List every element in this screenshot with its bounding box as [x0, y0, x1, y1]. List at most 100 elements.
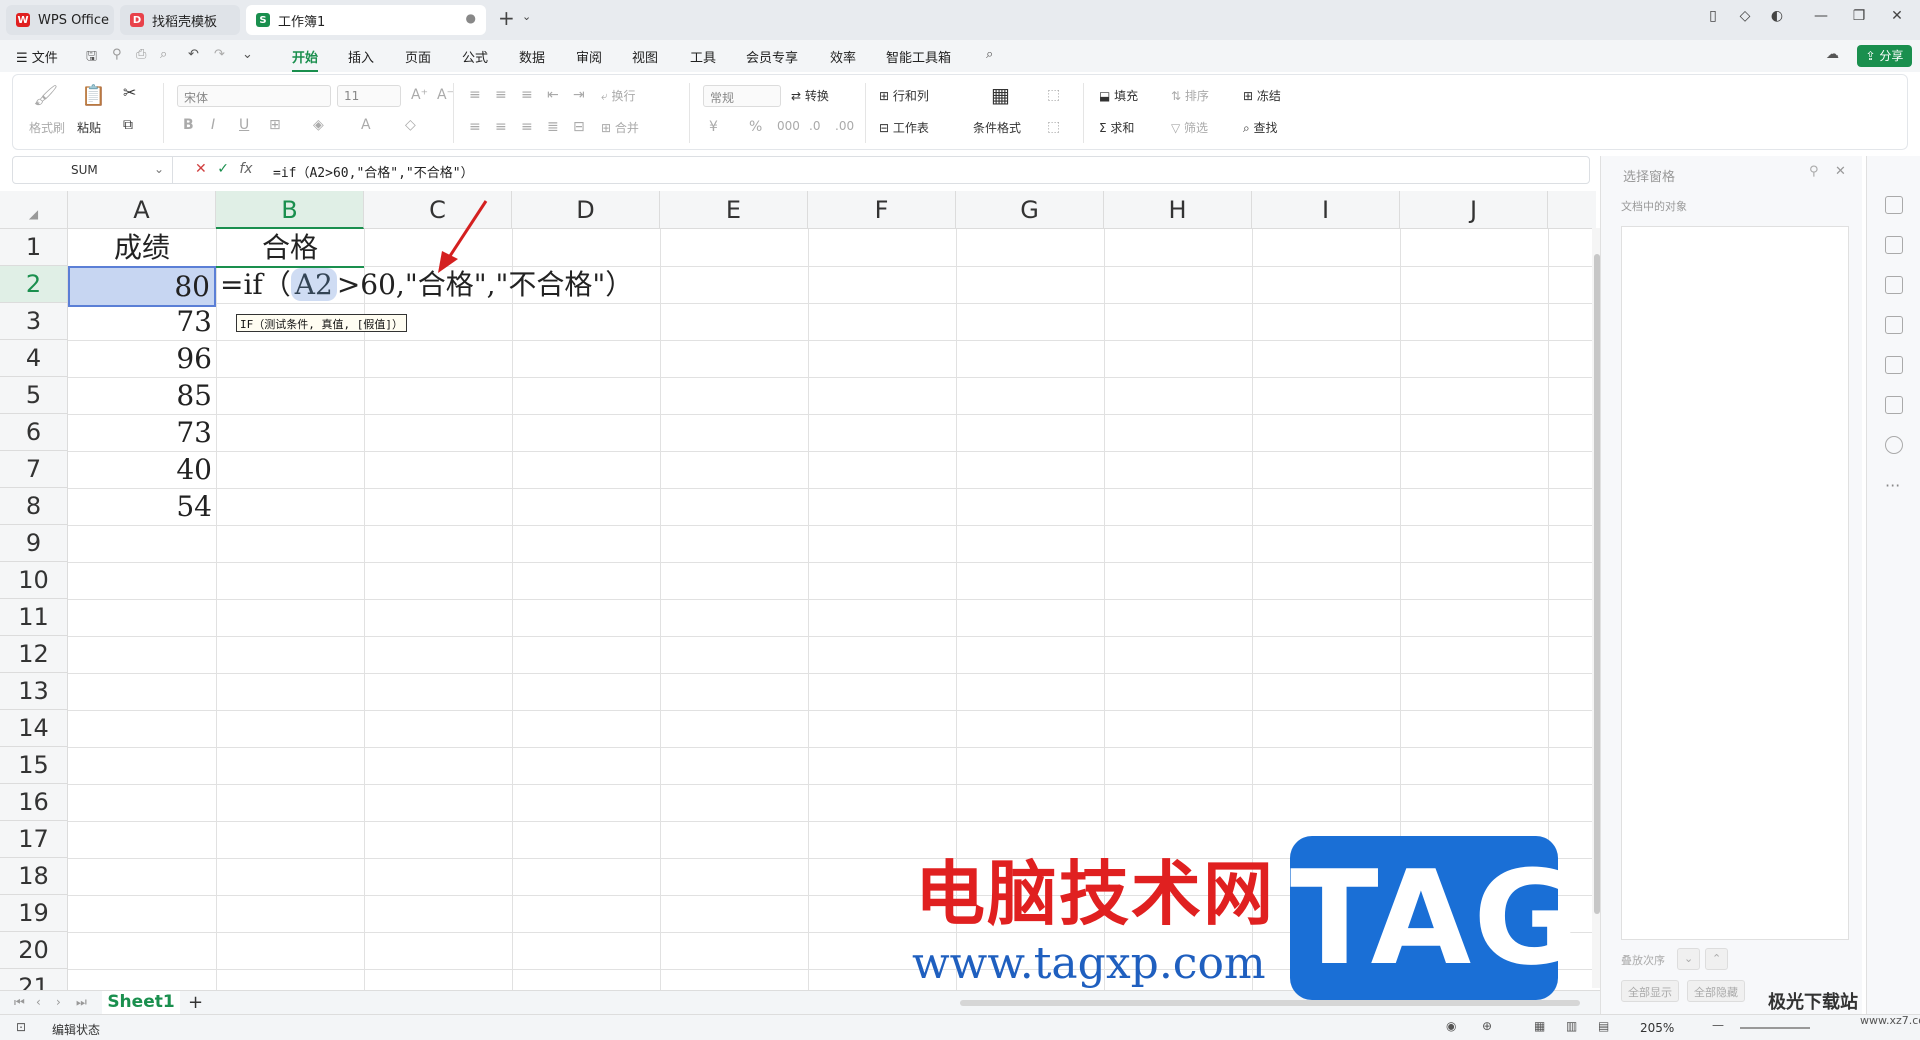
- increase-font-icon[interactable]: A⁺: [411, 87, 428, 103]
- align-left-icon[interactable]: ≡: [469, 119, 481, 135]
- first-sheet-icon[interactable]: ⏮: [14, 995, 25, 1010]
- select-all-corner[interactable]: ◢: [0, 191, 68, 229]
- tab-docer[interactable]: D 找稻壳模板: [120, 5, 240, 35]
- formula-ref-a2[interactable]: A2: [290, 268, 337, 301]
- align-middle-icon[interactable]: ≡: [495, 87, 507, 103]
- cell-a5[interactable]: 85: [68, 377, 216, 414]
- row-header[interactable]: 7: [0, 451, 68, 488]
- number-format-select[interactable]: 常规: [703, 85, 781, 107]
- decimal-decrease-icon[interactable]: .00: [835, 119, 854, 133]
- font-color-icon[interactable]: A: [361, 117, 371, 133]
- row-header[interactable]: 16: [0, 784, 68, 821]
- cloud-icon[interactable]: ☁: [1826, 47, 1839, 62]
- undo-icon[interactable]: ↶: [188, 47, 199, 62]
- row-header[interactable]: 3: [0, 303, 68, 340]
- border-icon[interactable]: ⊞: [269, 117, 281, 133]
- link-icon[interactable]: ⚲: [112, 47, 122, 62]
- percent-icon[interactable]: %: [749, 119, 762, 135]
- settings-sliders-icon[interactable]: [1885, 236, 1903, 254]
- menu-page[interactable]: 页面: [405, 47, 431, 66]
- row-header[interactable]: 14: [0, 710, 68, 747]
- zoom-slider[interactable]: [1740, 1027, 1810, 1029]
- fill-button[interactable]: ⬓ 填充: [1099, 87, 1138, 104]
- preview-icon[interactable]: ⌕: [160, 47, 167, 62]
- currency-icon[interactable]: ¥: [709, 119, 718, 135]
- zoom-out-icon[interactable]: —: [1712, 1018, 1724, 1032]
- paste-button[interactable]: 粘贴: [77, 119, 101, 136]
- menu-home[interactable]: 开始: [292, 47, 319, 72]
- font-family-select[interactable]: 宋体: [177, 85, 331, 107]
- row-header[interactable]: 21: [0, 969, 68, 990]
- pin-icon[interactable]: ⚲: [1809, 164, 1819, 179]
- save-icon[interactable]: 🖫: [86, 47, 97, 69]
- column-header-a[interactable]: A: [68, 191, 216, 229]
- normal-view-icon[interactable]: ▦: [1534, 1019, 1545, 1033]
- row-header[interactable]: 6: [0, 414, 68, 451]
- column-header-d[interactable]: D: [512, 191, 660, 229]
- justify-icon[interactable]: ≣: [547, 119, 559, 135]
- menu-efficiency[interactable]: 效率: [830, 47, 856, 66]
- cancel-icon[interactable]: ✕: [195, 161, 207, 177]
- cell-a3[interactable]: 73: [68, 303, 216, 340]
- fill-color-icon[interactable]: ◈: [313, 117, 324, 133]
- restore-icon[interactable]: ❐: [1844, 8, 1874, 24]
- align-center-icon[interactable]: ≡: [495, 119, 507, 135]
- sum-button[interactable]: Σ 求和: [1099, 119, 1134, 136]
- menu-tools[interactable]: 工具: [690, 47, 716, 66]
- cell-b1[interactable]: 合格: [216, 229, 364, 268]
- row-header[interactable]: 2: [0, 266, 68, 303]
- column-header-h[interactable]: H: [1104, 191, 1252, 229]
- menu-insert[interactable]: 插入: [348, 47, 374, 66]
- format-painter-icon[interactable]: 🖌: [33, 83, 58, 107]
- column-header-e[interactable]: E: [660, 191, 808, 229]
- conditional-format-button[interactable]: 条件格式: [973, 119, 1021, 136]
- cell-a1[interactable]: 成绩: [68, 229, 216, 266]
- move-down-button[interactable]: ⌄: [1677, 948, 1701, 970]
- cell-a8[interactable]: 54: [68, 488, 216, 525]
- column-header-g[interactable]: G: [956, 191, 1104, 229]
- hide-all-button[interactable]: 全部隐藏: [1687, 980, 1745, 1002]
- column-header-f[interactable]: F: [808, 191, 956, 229]
- menu-formula[interactable]: 公式: [462, 47, 488, 66]
- menu-review[interactable]: 审阅: [576, 47, 602, 66]
- worksheet-button[interactable]: ⊟ 工作表: [879, 119, 929, 136]
- prev-sheet-icon[interactable]: ‹: [36, 995, 41, 1009]
- row-header[interactable]: 19: [0, 895, 68, 932]
- layout-icon[interactable]: ▯: [1698, 8, 1728, 24]
- conditional-format-icon[interactable]: ▦: [991, 83, 1010, 107]
- find-button[interactable]: ⌕ 查找: [1243, 119, 1278, 136]
- column-header-j[interactable]: J: [1400, 191, 1548, 229]
- avatar[interactable]: ◐: [1762, 8, 1792, 24]
- more-icon[interactable]: ···: [1885, 476, 1900, 495]
- row-header[interactable]: 11: [0, 599, 68, 636]
- new-tab-icon[interactable]: +: [498, 6, 515, 30]
- cell-a7[interactable]: 40: [68, 451, 216, 488]
- cell-a4[interactable]: 96: [68, 340, 216, 377]
- row-header[interactable]: 9: [0, 525, 68, 562]
- row-header[interactable]: 10: [0, 562, 68, 599]
- confirm-icon[interactable]: ✓: [217, 161, 229, 177]
- align-top-icon[interactable]: ≡: [469, 87, 481, 103]
- tab-workbook[interactable]: S 工作簿1 ●: [246, 5, 486, 35]
- add-sheet-icon[interactable]: +: [188, 992, 203, 1013]
- print-icon[interactable]: ⎙: [136, 47, 146, 62]
- redo-icon[interactable]: ↷: [214, 47, 225, 62]
- menu-view[interactable]: 视图: [632, 47, 658, 66]
- row-header[interactable]: 18: [0, 858, 68, 895]
- row-header[interactable]: 13: [0, 673, 68, 710]
- menu-member[interactable]: 会员专享: [746, 47, 798, 66]
- row-header[interactable]: 20: [0, 932, 68, 969]
- image-icon[interactable]: [1885, 316, 1903, 334]
- table-style-icon[interactable]: ⬚: [1047, 119, 1060, 135]
- tab-wps-office[interactable]: W WPS Office: [6, 5, 114, 35]
- eraser-icon[interactable]: ◇: [405, 117, 416, 133]
- row-header[interactable]: 1: [0, 229, 68, 266]
- tools-icon[interactable]: [1885, 356, 1903, 374]
- italic-icon[interactable]: I: [211, 117, 215, 133]
- cell-a2[interactable]: 80: [68, 266, 216, 307]
- row-header[interactable]: 8: [0, 488, 68, 525]
- chevron-down-icon[interactable]: ⌄: [522, 10, 531, 23]
- fx-icon[interactable]: fx: [239, 161, 252, 177]
- last-sheet-icon[interactable]: ⏭: [76, 995, 87, 1010]
- menu-data[interactable]: 数据: [519, 47, 545, 66]
